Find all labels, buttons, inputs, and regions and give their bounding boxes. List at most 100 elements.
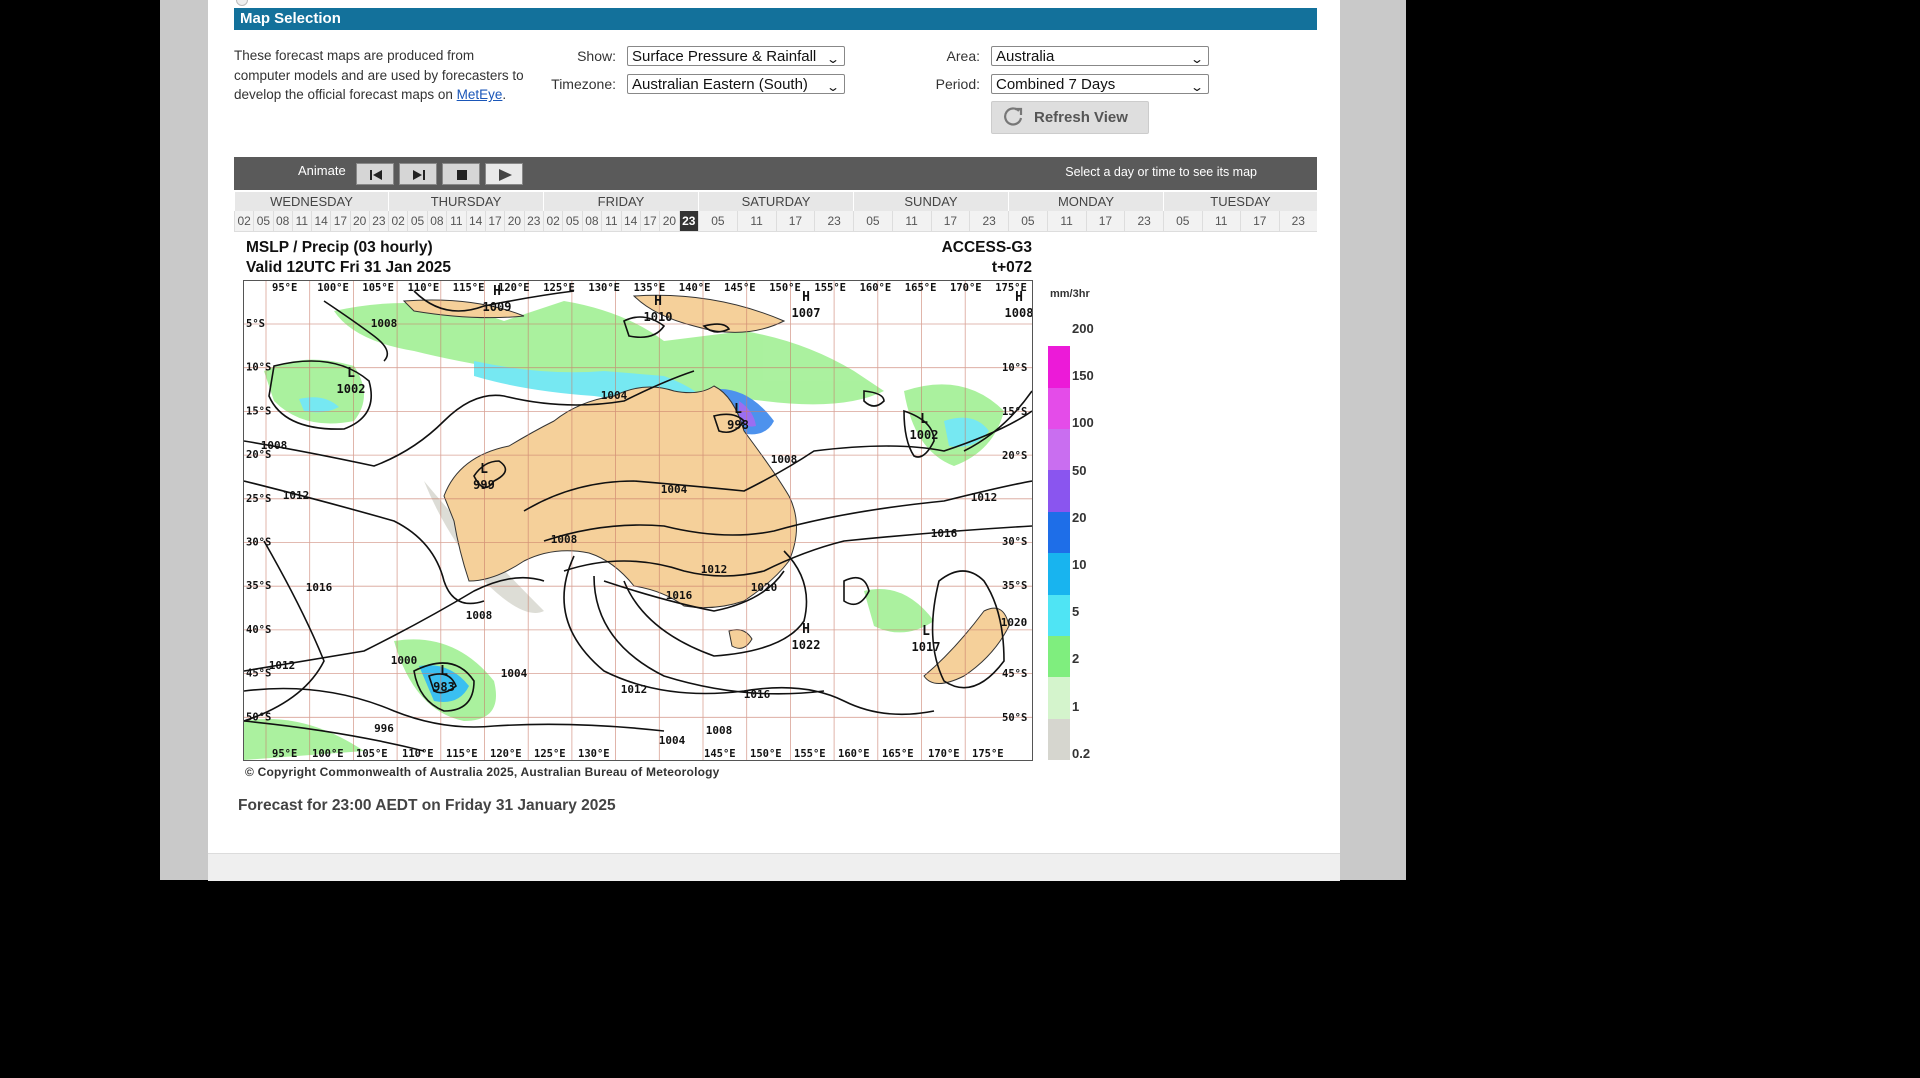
hour-friday-20[interactable]: 20	[659, 211, 678, 231]
isobar-label: 1012	[621, 683, 648, 696]
lat-label-right: 10°S	[1002, 362, 1027, 374]
hour-sunday-05[interactable]: 05	[853, 211, 892, 231]
pressure-centre-value: 1002	[910, 428, 939, 442]
meteye-link[interactable]: MetEye	[457, 87, 503, 102]
timezone-select[interactable]: Australian Eastern (South) ⌄	[627, 74, 845, 94]
hour-wednesday-14[interactable]: 14	[311, 211, 330, 231]
hour-monday-23[interactable]: 23	[1124, 211, 1163, 231]
hour-thursday-08[interactable]: 08	[426, 211, 446, 231]
hour-friday-02[interactable]: 02	[543, 211, 562, 231]
map-copyright: © Copyright Commonwealth of Australia 20…	[245, 765, 720, 779]
legend-swatch	[1048, 429, 1070, 471]
hour-tuesday-23[interactable]: 23	[1278, 211, 1318, 231]
lon-label-bottom: 170°E	[928, 748, 960, 760]
hour-thursday-14[interactable]: 14	[465, 211, 485, 231]
legend-swatch	[1048, 387, 1070, 430]
day-saturday[interactable]: SATURDAY	[698, 192, 853, 211]
hour-friday-08[interactable]: 08	[581, 211, 601, 231]
section-header: Map Selection	[234, 8, 1317, 30]
show-select[interactable]: Surface Pressure & Rainfall ⌄	[627, 46, 845, 66]
lon-label-bottom: 150°E	[750, 748, 782, 760]
pressure-centre-symbol: H	[654, 294, 662, 309]
lon-label-bottom: 120°E	[490, 748, 522, 760]
hour-sunday-17[interactable]: 17	[930, 211, 970, 231]
isobar-label: 1008	[261, 439, 288, 452]
hour-tuesday-11[interactable]: 11	[1201, 211, 1241, 231]
lon-label-top: 110°E	[408, 282, 440, 294]
lat-label-left: 40°S	[246, 624, 271, 636]
hour-wednesday-02[interactable]: 02	[234, 211, 253, 231]
hour-thursday-02[interactable]: 02	[388, 211, 407, 231]
hour-friday-17[interactable]: 17	[639, 211, 659, 231]
lat-label-left: 5°S	[246, 318, 265, 330]
pressure-centre-symbol: L	[440, 664, 448, 679]
lon-label-bottom: 110°E	[402, 748, 434, 760]
day-thursday[interactable]: THURSDAY	[388, 192, 543, 211]
chevron-down-icon: ⌄	[825, 80, 841, 94]
day-friday[interactable]: FRIDAY	[543, 192, 698, 211]
pressure-centre-value: 1008	[1005, 306, 1032, 320]
isobar-label: 1008	[706, 724, 733, 737]
hour-thursday-17[interactable]: 17	[484, 211, 504, 231]
pressure-centre-symbol: L	[347, 366, 355, 381]
area-select[interactable]: Australia ⌄	[991, 46, 1209, 66]
pressure-centre-symbol: H	[802, 290, 810, 305]
lon-label-top: 115°E	[453, 282, 485, 294]
first-frame-button[interactable]	[356, 163, 394, 185]
show-select-value: Surface Pressure & Rainfall	[632, 48, 817, 65]
hour-thursday-05[interactable]: 05	[407, 211, 426, 231]
pressure-centre-symbol: H	[493, 284, 501, 299]
day-sunday[interactable]: SUNDAY	[853, 192, 1008, 211]
legend-label: 10	[1072, 557, 1087, 572]
lat-label-left: 35°S	[246, 580, 271, 592]
play-button[interactable]	[485, 163, 523, 185]
hour-friday-14[interactable]: 14	[620, 211, 640, 231]
hour-thursday-20[interactable]: 20	[504, 211, 523, 231]
refresh-view-button[interactable]: Refresh View	[991, 101, 1149, 134]
page-panel: Map Selection These forecast maps are pr…	[208, 0, 1340, 881]
hour-tuesday-17[interactable]: 17	[1240, 211, 1279, 231]
day-wednesday[interactable]: WEDNESDAY	[234, 192, 388, 211]
hour-saturday-05[interactable]: 05	[698, 211, 737, 231]
hour-wednesday-23[interactable]: 23	[368, 211, 388, 231]
hour-friday-05[interactable]: 05	[562, 211, 581, 231]
isobar-label: 1016	[931, 527, 958, 540]
next-frame-button[interactable]	[399, 163, 437, 185]
hour-saturday-11[interactable]: 11	[736, 211, 776, 231]
legend-swatch	[1048, 718, 1070, 760]
pressure-centre-symbol: L	[734, 402, 742, 417]
lon-label-bottom: 100°E	[312, 748, 344, 760]
hour-saturday-23[interactable]: 23	[814, 211, 853, 231]
map-title-product: MSLP / Precip (03 hourly)	[246, 239, 433, 256]
hour-monday-17[interactable]: 17	[1085, 211, 1125, 231]
lon-label-top: 140°E	[679, 282, 711, 294]
hour-saturday-17[interactable]: 17	[775, 211, 815, 231]
hour-monday-11[interactable]: 11	[1046, 211, 1086, 231]
day-tuesday[interactable]: TUESDAY	[1163, 192, 1317, 211]
lon-label-top: 105°E	[362, 282, 394, 294]
lon-label-top: 130°E	[588, 282, 620, 294]
hour-wednesday-08[interactable]: 08	[272, 211, 292, 231]
hour-monday-05[interactable]: 05	[1008, 211, 1047, 231]
hour-wednesday-05[interactable]: 05	[253, 211, 272, 231]
hour-thursday-23[interactable]: 23	[523, 211, 543, 231]
lon-label-top: 165°E	[905, 282, 937, 294]
hour-friday-11[interactable]: 11	[601, 211, 620, 231]
hour-wednesday-20[interactable]: 20	[349, 211, 369, 231]
hour-sunday-23[interactable]: 23	[969, 211, 1008, 231]
legend-label: 200	[1072, 321, 1094, 336]
hour-friday-23[interactable]: 23	[678, 211, 698, 231]
hour-wednesday-17[interactable]: 17	[330, 211, 349, 231]
day-monday[interactable]: MONDAY	[1008, 192, 1163, 211]
isobar-label: 1004	[659, 734, 686, 747]
timezone-label: Timezone:	[551, 76, 616, 92]
hour-thursday-11[interactable]: 11	[446, 211, 465, 231]
stop-button[interactable]	[442, 163, 480, 185]
pressure-centre-value: 1007	[792, 306, 821, 320]
hour-wednesday-11[interactable]: 11	[291, 211, 311, 231]
hour-sunday-11[interactable]: 11	[891, 211, 931, 231]
hour-tuesday-05[interactable]: 05	[1163, 211, 1202, 231]
lon-label-top: 150°E	[769, 282, 801, 294]
period-select[interactable]: Combined 7 Days ⌄	[991, 74, 1209, 94]
lat-label-right: 30°S	[1002, 536, 1027, 548]
